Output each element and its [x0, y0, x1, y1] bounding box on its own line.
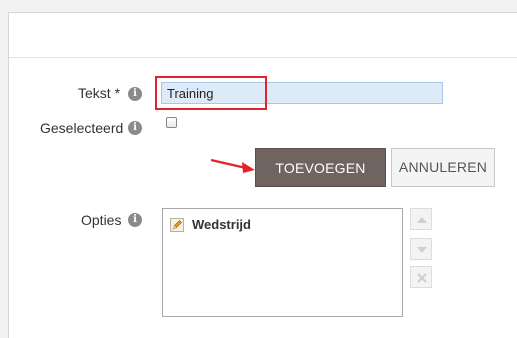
info-icon[interactable]: i — [128, 121, 142, 135]
tekst-label: Tekst * — [78, 85, 121, 101]
add-button[interactable]: TOEVOEGEN — [255, 148, 386, 187]
opties-label: Opties — [81, 212, 122, 228]
pencil-icon[interactable] — [170, 217, 184, 232]
header-divider — [9, 57, 517, 58]
arrow-down-icon — [417, 247, 427, 253]
move-up-button[interactable] — [410, 208, 432, 230]
geselecteerd-checkbox[interactable] — [166, 117, 177, 128]
cancel-button[interactable]: ANNULEREN — [391, 148, 495, 187]
geselecteerd-label: Geselecteerd — [40, 120, 124, 136]
tekst-input[interactable] — [161, 82, 443, 104]
arrow-up-icon — [417, 217, 427, 223]
option-label: Wedstrijd — [192, 217, 251, 232]
close-icon — [417, 273, 427, 283]
move-down-button[interactable] — [410, 238, 432, 260]
red-arrow-annotation — [210, 158, 255, 173]
delete-option-button[interactable] — [410, 266, 432, 288]
list-item[interactable]: Wedstrijd — [170, 217, 251, 232]
options-list[interactable]: Wedstrijd — [162, 208, 403, 317]
info-icon[interactable]: i — [128, 213, 142, 227]
info-icon[interactable]: i — [128, 87, 142, 101]
